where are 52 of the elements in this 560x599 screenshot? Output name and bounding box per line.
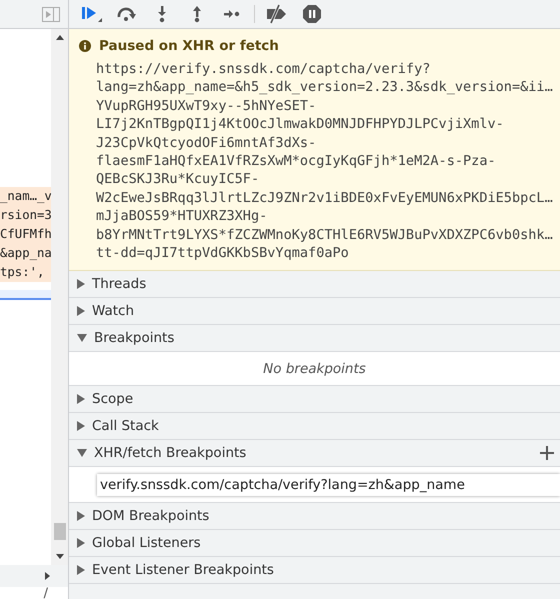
section-title: Event Listener Breakpoints xyxy=(92,562,275,578)
request-url-line: J23CpVkQtcyodOFi6mntAf3dXs- xyxy=(95,134,318,152)
expanded-triangle-icon xyxy=(77,334,87,342)
request-url-line: mJjaBOS59*HTUXRZ3XHg- xyxy=(95,207,268,226)
breakpoint-entry-row[interactable]: verify.snssdk.com/captcha/verify?lang=zh&app_name xyxy=(69,467,560,504)
expanded-triangle-icon xyxy=(77,449,87,458)
deactivate-breakpoints-icon xyxy=(266,4,288,24)
request-url-line: flaesmF1aHQfxEA1VfRZsXwM*ocgIyKqGFjh*1eM2A-s-Pza- xyxy=(95,152,497,170)
scrollbar[interactable] xyxy=(51,29,68,565)
scroll-right-icon[interactable] xyxy=(45,572,50,580)
request-url-line: b8YrMNtTrt9LYXS*fZCZWMnoKy8CTHlE6RV5WJBuPvXDXZPC6vb0shk… xyxy=(95,226,554,244)
collapsed-triangle-icon xyxy=(77,306,85,316)
request-url-line: QEBcSKJ3Ru*KcuyIC5F- xyxy=(95,170,260,189)
request-url-line: LI7j2KnTBgpQI1j4KtOOcJlmwakD0MNJDFHPYDJLPCvjiXmlv- xyxy=(95,115,505,134)
request-url-line: tt-dd=qJI7ttpVdGKKbSBvYqmaf0aPo xyxy=(95,244,350,262)
collapsed-triangle-icon xyxy=(77,538,85,548)
section-title: Scope xyxy=(92,391,134,408)
section-title: Threads xyxy=(92,276,148,292)
url-breakpoint-field[interactable]: verify.snssdk.com/captcha/verify?lang=zh&app_name xyxy=(97,474,560,496)
section-title: Breakpoints xyxy=(94,330,176,346)
step-over-icon xyxy=(116,6,138,22)
current-line-highlight xyxy=(0,290,52,300)
section-title: Watch xyxy=(92,303,136,320)
paused-title: Paused on XHR or fetch xyxy=(99,38,279,54)
empty-message: No breakpoints xyxy=(69,352,560,386)
collapsed-triangle-icon xyxy=(77,394,85,404)
collapsed-triangle-icon xyxy=(77,511,85,522)
scroll-down-icon[interactable] xyxy=(56,554,64,559)
info-icon xyxy=(79,40,91,52)
request-url-line: https://verify.snssdk.com/captcha/verify? xyxy=(95,60,432,78)
collapsed-triangle-icon xyxy=(77,421,85,432)
section-title: DOM Breakpoints xyxy=(92,508,210,524)
resume-icon xyxy=(80,4,104,24)
step-icon xyxy=(223,8,241,20)
toggle-sidebar-icon[interactable] xyxy=(42,6,60,22)
collapsed-triangle-icon xyxy=(77,565,85,576)
request-url-line: lang=zh&app_name=&h5_sdk_version=2.23.3&sdk_version=&ii… xyxy=(95,78,554,97)
scroll-up-icon[interactable] xyxy=(56,35,64,40)
request-url-line: W2cEweJsBRqq3lJlrtLZcJ9ZNr2v1iBDE0xFvEyEMUN6xPKDiE5bpcL… xyxy=(95,188,554,208)
section-title: XHR/fetch Breakpoints xyxy=(94,445,248,462)
step-into-icon xyxy=(156,5,168,23)
request-url-line: YVupRGH95UXwT9xy--5hNYeSET- xyxy=(95,96,318,116)
path-text: / xyxy=(44,587,48,599)
add-button[interactable] xyxy=(540,446,554,460)
horizontal-scrollbar[interactable] xyxy=(0,565,68,587)
section-title: Global Listeners xyxy=(92,535,202,552)
scrollbar-thumb[interactable] xyxy=(54,523,66,540)
collapsed-triangle-icon xyxy=(77,279,85,290)
step-out-icon xyxy=(191,5,203,23)
pause-on-exceptions-icon xyxy=(302,4,322,24)
plus-icon xyxy=(540,446,554,460)
section-title: Call Stack xyxy=(92,418,160,434)
